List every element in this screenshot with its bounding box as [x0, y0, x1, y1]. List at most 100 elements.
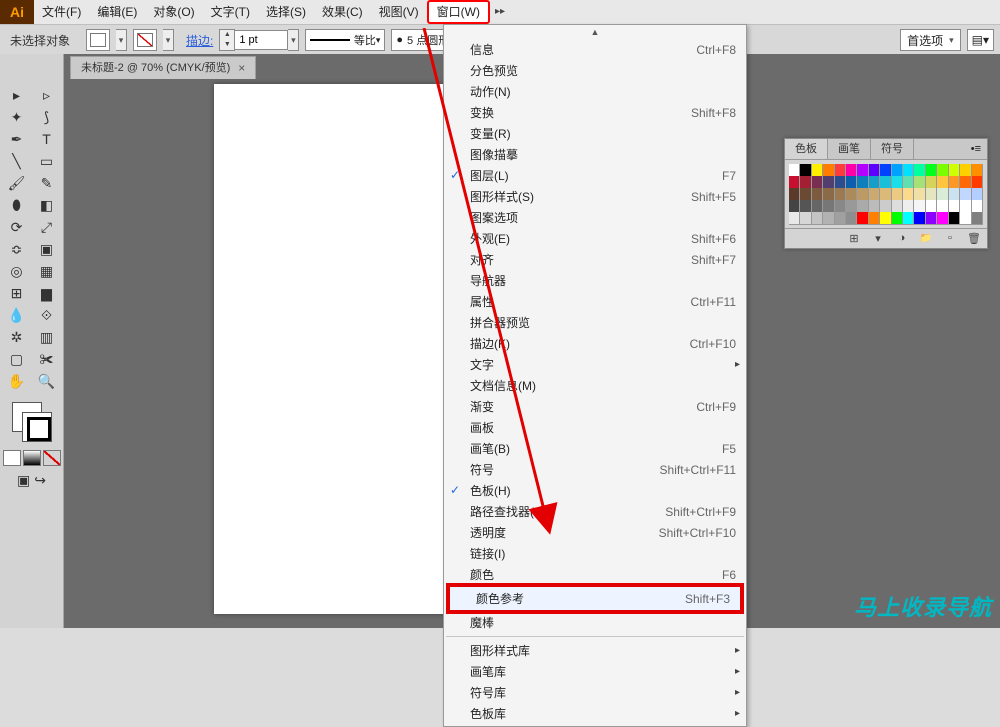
swatch-cell[interactable] — [880, 212, 891, 225]
menu-item-0[interactable]: 文件(F) — [34, 0, 89, 24]
stroke-dropdown[interactable]: ▾ — [163, 29, 174, 51]
swatch-library-icon[interactable]: ⊞ — [845, 232, 863, 245]
window-menu-item-14[interactable]: 描边(K)Ctrl+F10 — [444, 333, 746, 354]
menu-item-4[interactable]: 选择(S) — [258, 0, 314, 24]
swatch-cell[interactable] — [937, 212, 948, 225]
window-menu-item-10[interactable]: 对齐Shift+F7 — [444, 249, 746, 270]
fill-dropdown[interactable]: ▾ — [116, 29, 127, 51]
panel-tab-swatches[interactable]: 色板 — [785, 139, 828, 159]
document-tab[interactable]: 未标题-2 @ 70% (CMYK/预览) × — [70, 56, 256, 79]
swatch-cell[interactable] — [892, 212, 903, 225]
window-menu-item-13[interactable]: 拼合器预览 — [444, 312, 746, 333]
window-menu-item-17[interactable]: 渐变Ctrl+F9 — [444, 396, 746, 417]
window-menu-item-16[interactable]: 文档信息(M) — [444, 375, 746, 396]
stroke-label[interactable]: 描边: — [186, 32, 213, 49]
window-menu-item-24[interactable]: 链接(I) — [444, 543, 746, 564]
menu-item-2[interactable]: 对象(O) — [145, 0, 202, 24]
window-menu-item-9[interactable]: 外观(E)Shift+F6 — [444, 228, 746, 249]
slice-tool[interactable]: ✀ — [33, 348, 61, 370]
menubar-overflow[interactable]: ▸▸ — [490, 0, 510, 24]
window-menu-item-26[interactable]: 颜色参考Shift+F3 — [446, 583, 744, 614]
window-menu-item-31[interactable]: 符号库▸ — [444, 682, 746, 703]
window-menu-item-11[interactable]: 导航器 — [444, 270, 746, 291]
window-menu-item-6[interactable]: ✓图层(L)F7 — [444, 165, 746, 186]
window-menu-item-21[interactable]: ✓色板(H) — [444, 480, 746, 501]
panel-menu-button[interactable]: ▤▾ — [967, 29, 994, 51]
color-mode-none[interactable] — [43, 450, 61, 466]
fill-swatch[interactable] — [86, 29, 110, 51]
rotate-tool[interactable]: ⟳ — [3, 216, 31, 238]
mesh-tool[interactable]: ⊞ — [3, 282, 31, 304]
delete-swatch-icon[interactable]: 🗑 — [965, 232, 983, 245]
window-menu-item-7[interactable]: 图形样式(S)Shift+F5 — [444, 186, 746, 207]
menu-item-5[interactable]: 效果(C) — [314, 0, 371, 24]
scale-tool[interactable]: ⤢ — [33, 216, 61, 238]
color-mode-solid[interactable] — [3, 450, 21, 466]
window-menu-item-0[interactable]: 信息Ctrl+F8 — [444, 39, 746, 60]
swatch-cell[interactable] — [812, 212, 823, 225]
symbol-sprayer-tool[interactable]: ✲ — [3, 326, 31, 348]
swatch-cell[interactable] — [846, 212, 857, 225]
gradient-tool[interactable]: ▆ — [33, 282, 61, 304]
artboard-tool[interactable]: ▢ — [3, 348, 31, 370]
swatch-options-icon[interactable]: ◑ — [893, 232, 911, 245]
dropdown-scroll-up[interactable]: ▲ — [444, 27, 746, 39]
window-menu-item-8[interactable]: 图案选项 — [444, 207, 746, 228]
stroke-weight-spinner[interactable]: ▲▼ — [219, 29, 235, 51]
magic-wand-tool[interactable]: ✦ — [3, 106, 31, 128]
preferences-button[interactable]: 首选项 ▾ — [900, 29, 961, 51]
paintbrush-tool[interactable]: 🖌 — [3, 172, 31, 194]
window-menu-item-3[interactable]: 变换Shift+F8 — [444, 102, 746, 123]
hand-tool[interactable]: ✋ — [3, 370, 31, 392]
menu-item-6[interactable]: 视图(V) — [371, 0, 427, 24]
window-menu-item-30[interactable]: 画笔库▸ — [444, 661, 746, 682]
perspective-grid-tool[interactable]: ▦ — [33, 260, 61, 282]
zoom-tool[interactable]: 🔍 — [33, 370, 61, 392]
line-tool[interactable]: ╲ — [3, 150, 31, 172]
lasso-tool[interactable]: ⟆ — [33, 106, 61, 128]
window-menu-item-15[interactable]: 文字▸ — [444, 354, 746, 375]
blend-tool[interactable]: ⟐ — [33, 304, 61, 326]
new-group-icon[interactable] — [917, 232, 935, 245]
window-menu-item-5[interactable]: 图像描摹 — [444, 144, 746, 165]
stroke-weight-value[interactable] — [235, 30, 288, 50]
rectangle-tool[interactable]: ▭ — [33, 150, 61, 172]
swatch-cell[interactable] — [857, 212, 868, 225]
stroke-color-box[interactable] — [22, 412, 52, 442]
selection-tool[interactable]: ▸ — [3, 84, 31, 106]
window-menu-item-1[interactable]: 分色预览 — [444, 60, 746, 81]
panel-tab-symbols[interactable]: 符号 — [871, 139, 914, 159]
window-menu-item-32[interactable]: 色板库▸ — [444, 703, 746, 724]
fill-stroke-control[interactable] — [12, 402, 52, 442]
menu-item-3[interactable]: 文字(T) — [203, 0, 258, 24]
window-menu-item-27[interactable]: 魔棒 — [444, 612, 746, 633]
draw-normal-icon[interactable]: ▣ — [17, 472, 30, 489]
color-mode-gradient[interactable] — [23, 450, 41, 466]
swatch-cell[interactable] — [926, 212, 937, 225]
swatch-cell[interactable] — [960, 212, 971, 225]
close-icon[interactable]: × — [238, 57, 245, 79]
screen-mode-icon[interactable]: ↪ — [34, 472, 46, 489]
graph-tool[interactable]: ▥ — [33, 326, 61, 348]
window-menu-item-2[interactable]: 动作(N) — [444, 81, 746, 102]
stroke-weight-input[interactable]: ▲▼ ▾ — [219, 29, 299, 51]
window-menu-item-25[interactable]: 颜色F6 — [444, 564, 746, 585]
swatch-cell[interactable] — [835, 212, 846, 225]
eraser-tool[interactable]: ◧ — [33, 194, 61, 216]
window-menu-item-19[interactable]: 画笔(B)F5 — [444, 438, 746, 459]
window-menu-item-29[interactable]: 图形样式库▸ — [444, 640, 746, 661]
new-swatch-icon[interactable]: ▫ — [941, 232, 959, 245]
menu-item-1[interactable]: 编辑(E) — [89, 0, 145, 24]
blob-brush-tool[interactable]: ⬮ — [3, 194, 31, 216]
stroke-profile-dropdown[interactable]: 等比 ▾ — [305, 29, 385, 51]
swatch-cell[interactable] — [972, 212, 983, 225]
panel-menu-icon[interactable]: •≡ — [965, 139, 987, 159]
eyedropper-tool[interactable]: 💧 — [3, 304, 31, 326]
stroke-weight-dropdown[interactable]: ▾ — [288, 29, 299, 51]
shape-builder-tool[interactable]: ◎ — [3, 260, 31, 282]
pen-tool[interactable]: ✒ — [3, 128, 31, 150]
window-menu-item-22[interactable]: 路径查找器(P)Shift+Ctrl+F9 — [444, 501, 746, 522]
swatch-cell[interactable] — [800, 212, 811, 225]
type-tool[interactable]: T — [33, 128, 61, 150]
free-transform-tool[interactable]: ▣ — [33, 238, 61, 260]
